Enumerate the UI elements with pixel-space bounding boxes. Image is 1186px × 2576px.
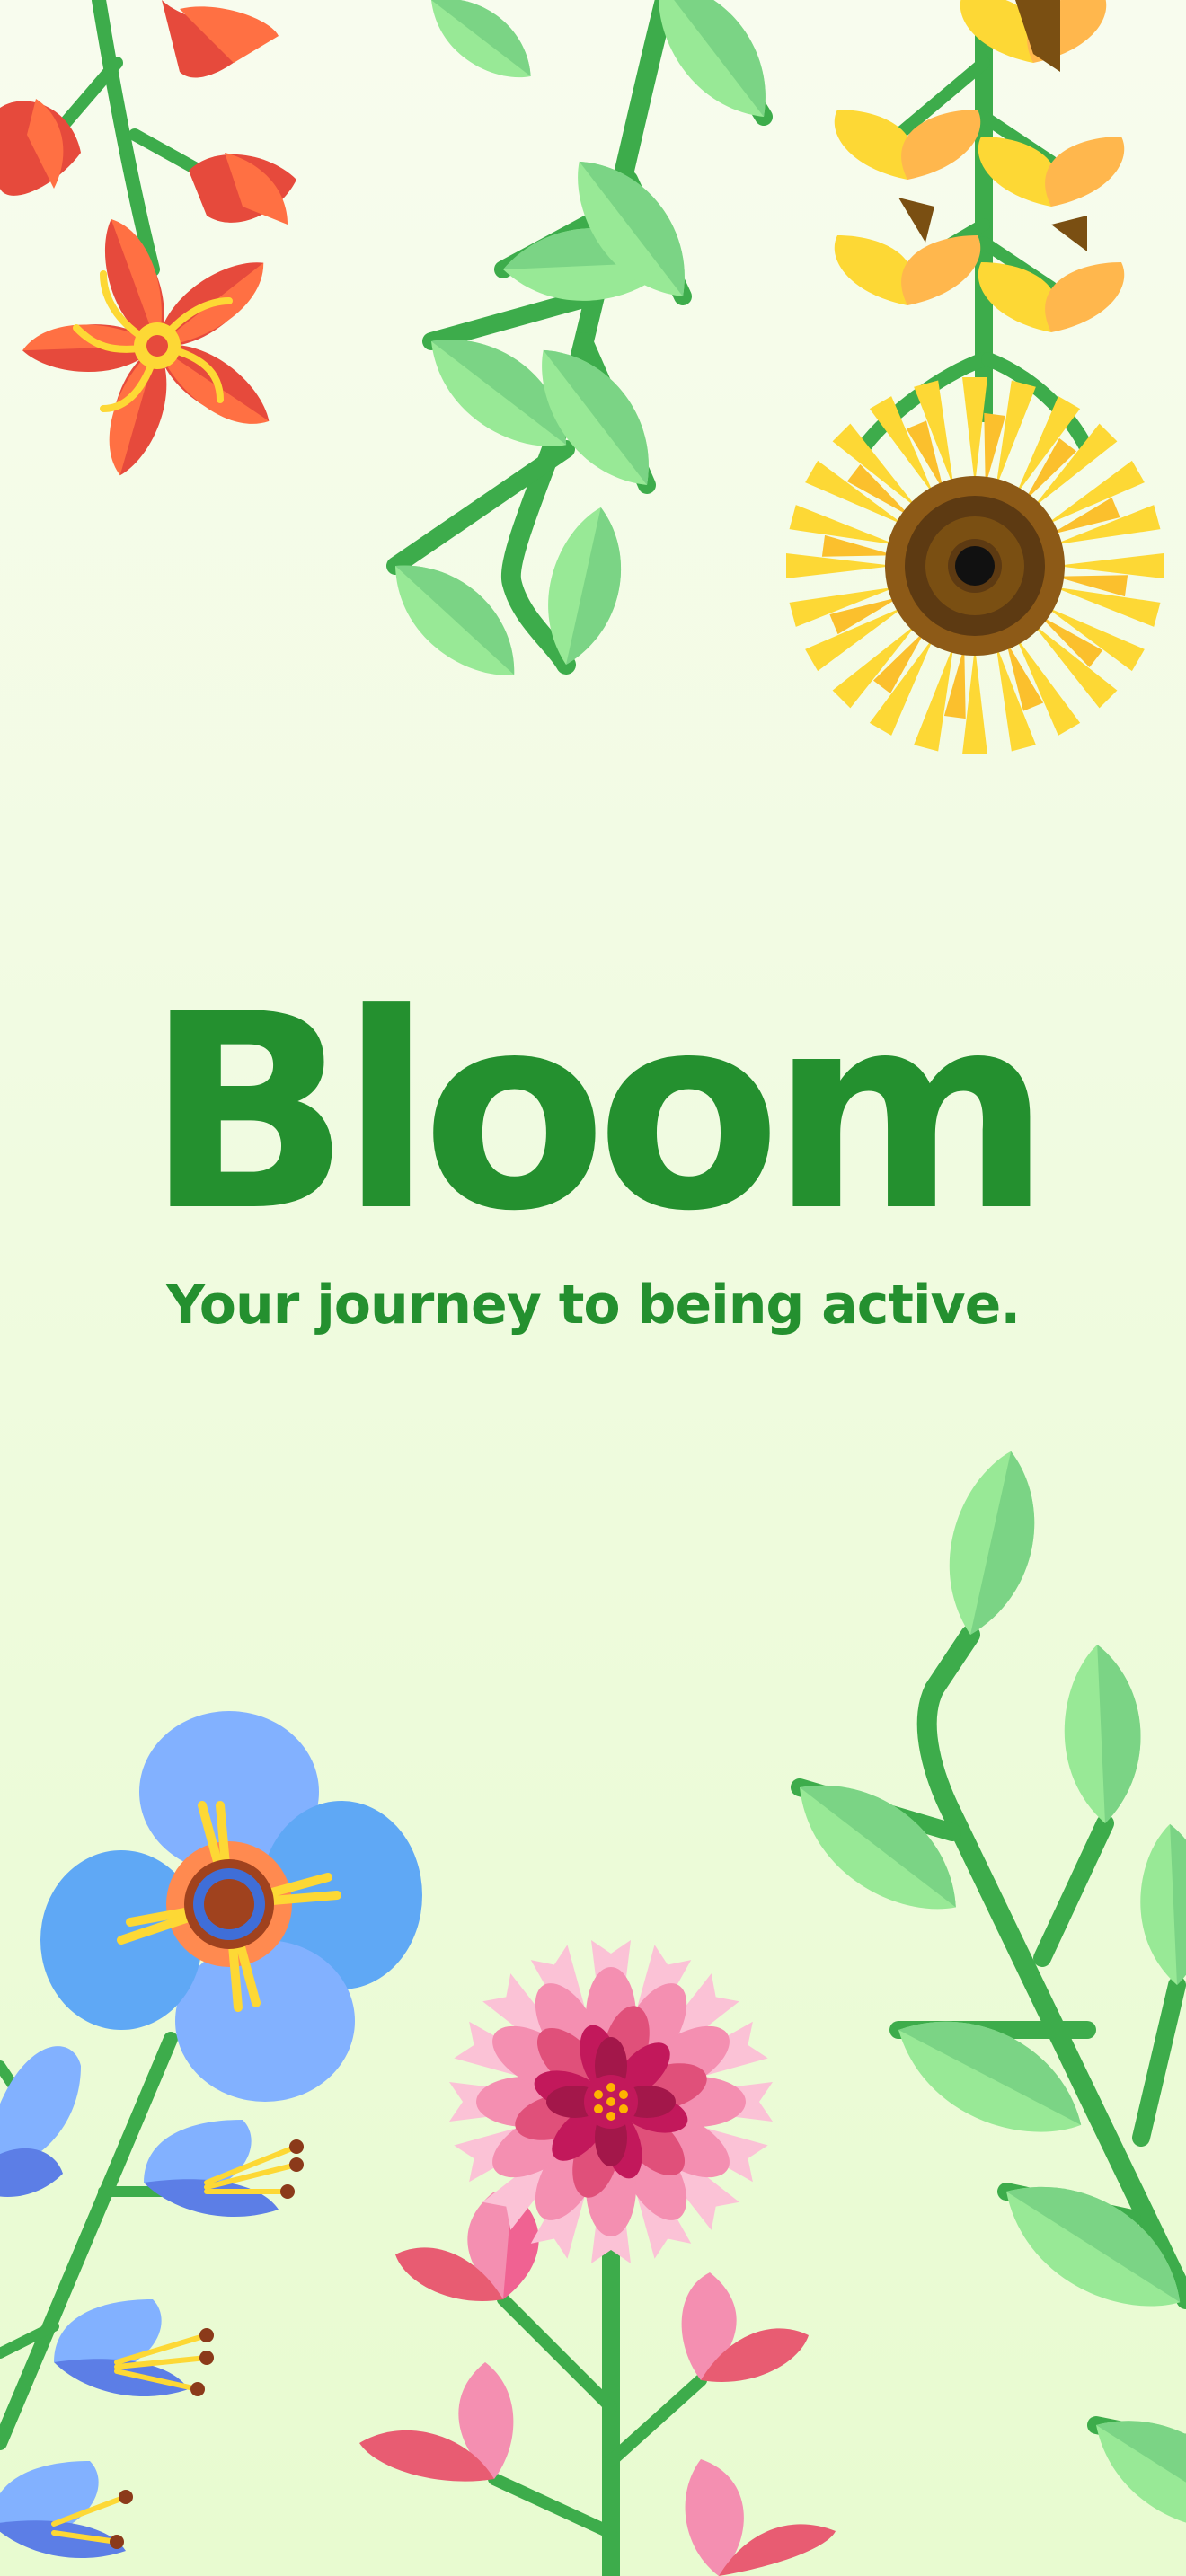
green-leaves-icon [369, 0, 873, 686]
blue-flower-icon [40, 1711, 422, 2102]
splash-screen: { "app": { "title": "Bloom", "tagline": … [0, 0, 1186, 2576]
title-block: Bloom Your journey to being active. [0, 979, 1186, 1337]
green-leaves-icon [774, 1443, 1186, 2541]
sunflower-icon [786, 377, 1164, 754]
blue-bellflower-icon [0, 2032, 304, 2558]
red-flower-icon [0, 0, 296, 482]
app-title: Bloom [145, 957, 1051, 1270]
app-tagline: Your journey to being active. [165, 1274, 1021, 1337]
